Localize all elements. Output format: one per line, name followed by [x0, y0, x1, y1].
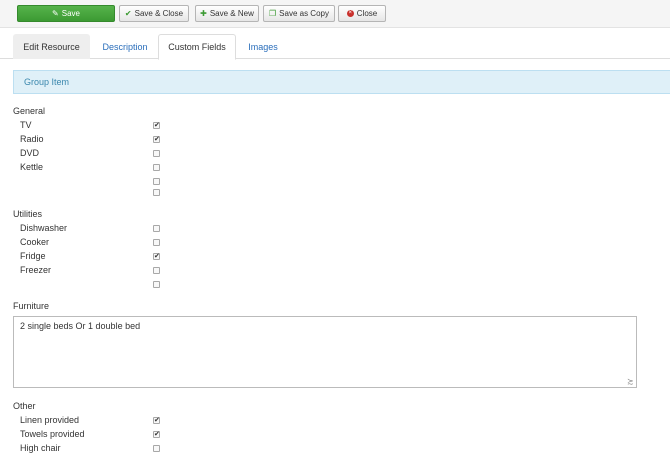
utilities-item-freezer: Freezer	[20, 265, 165, 277]
general-item-label: TV	[20, 120, 32, 130]
utilities-item-dishwasher: Dishwasher	[20, 223, 165, 235]
close-button-label: Close	[356, 9, 378, 18]
general-checkbox-dvd[interactable]	[153, 150, 160, 157]
close-button[interactable]: × Close	[338, 5, 386, 22]
utilities-item-cooker: Cooker	[20, 237, 165, 249]
utilities-checkbox-fridge[interactable]: ✔	[153, 253, 160, 260]
tab-description[interactable]: Description	[94, 34, 156, 59]
other-checkbox-linen[interactable]: ✔	[153, 417, 160, 424]
utilities-item-label: Freezer	[20, 265, 52, 275]
general-checkbox-tv[interactable]: ✔	[153, 122, 160, 129]
general-item-dvd: DVD	[20, 148, 165, 160]
general-item-label: Radio	[20, 134, 44, 144]
general-item-label: DVD	[20, 148, 40, 158]
general-item-empty-2	[20, 187, 165, 199]
save-copy-button-label: Save as Copy	[279, 9, 329, 18]
general-item-tv: TV ✔	[20, 120, 165, 132]
save-close-button-label: Save & Close	[134, 9, 184, 18]
other-item-towels: Towels provided ✔	[20, 429, 165, 441]
group-item-banner: Group Item	[13, 70, 670, 94]
resize-grip-icon[interactable]: ≿	[627, 378, 635, 386]
utilities-item-label: Dishwasher	[20, 223, 68, 233]
general-section-label: General	[13, 106, 46, 116]
tab-edit-resource[interactable]: Edit Resource	[13, 34, 90, 59]
other-checkbox-high-chair[interactable]	[153, 445, 160, 452]
utilities-item-label: Cooker	[20, 237, 50, 247]
other-item-high-chair: High chair	[20, 443, 165, 455]
save-close-button[interactable]: ✔ Save & Close	[119, 5, 189, 22]
tab-bar: Edit Resource Description Custom Fields …	[0, 34, 670, 60]
general-item-kettle: Kettle	[20, 162, 165, 174]
other-section-label: Other	[13, 401, 36, 411]
toolbar: ✎ Save ✔ Save & Close ✚ Save & New ❐ Sav…	[0, 0, 670, 28]
save-button-label: Save	[61, 9, 80, 18]
tab-images[interactable]: Images	[240, 34, 286, 59]
copy-icon: ❐	[269, 8, 277, 18]
furniture-section-label: Furniture	[13, 301, 50, 311]
utilities-checkbox-freezer[interactable]	[153, 267, 160, 274]
save-copy-button[interactable]: ❐ Save as Copy	[263, 5, 335, 22]
plus-icon: ✚	[200, 8, 207, 18]
other-item-label: Towels provided	[20, 429, 85, 439]
save-new-button-label: Save & New	[209, 9, 254, 18]
general-checkbox-empty-2[interactable]	[153, 189, 160, 196]
check-icon: ✔	[124, 8, 132, 18]
tab-custom-fields[interactable]: Custom Fields	[158, 34, 236, 60]
other-item-linen: Linen provided ✔	[20, 415, 165, 427]
save-icon: ✎	[52, 8, 59, 18]
save-button[interactable]: ✎ Save	[17, 5, 115, 22]
save-new-button[interactable]: ✚ Save & New	[195, 5, 259, 22]
general-checkbox-kettle[interactable]	[153, 164, 160, 171]
utilities-checkbox-empty[interactable]	[153, 281, 160, 288]
furniture-textarea[interactable]: 2 single beds Or 1 double bed	[13, 316, 637, 388]
other-item-label: High chair	[20, 443, 61, 453]
close-icon: ×	[346, 10, 354, 17]
utilities-checkbox-dishwasher[interactable]	[153, 225, 160, 232]
other-checkbox-towels[interactable]: ✔	[153, 431, 160, 438]
general-item-label: Kettle	[20, 162, 44, 172]
other-item-label: Linen provided	[20, 415, 80, 425]
general-checkbox-radio[interactable]: ✔	[153, 136, 160, 143]
utilities-item-empty	[20, 279, 165, 291]
general-item-radio: Radio ✔	[20, 134, 165, 146]
utilities-item-fridge: Fridge ✔	[20, 251, 165, 263]
utilities-checkbox-cooker[interactable]	[153, 239, 160, 246]
utilities-section-label: Utilities	[13, 209, 43, 219]
utilities-item-label: Fridge	[20, 251, 46, 261]
general-checkbox-empty-1[interactable]	[153, 178, 160, 185]
